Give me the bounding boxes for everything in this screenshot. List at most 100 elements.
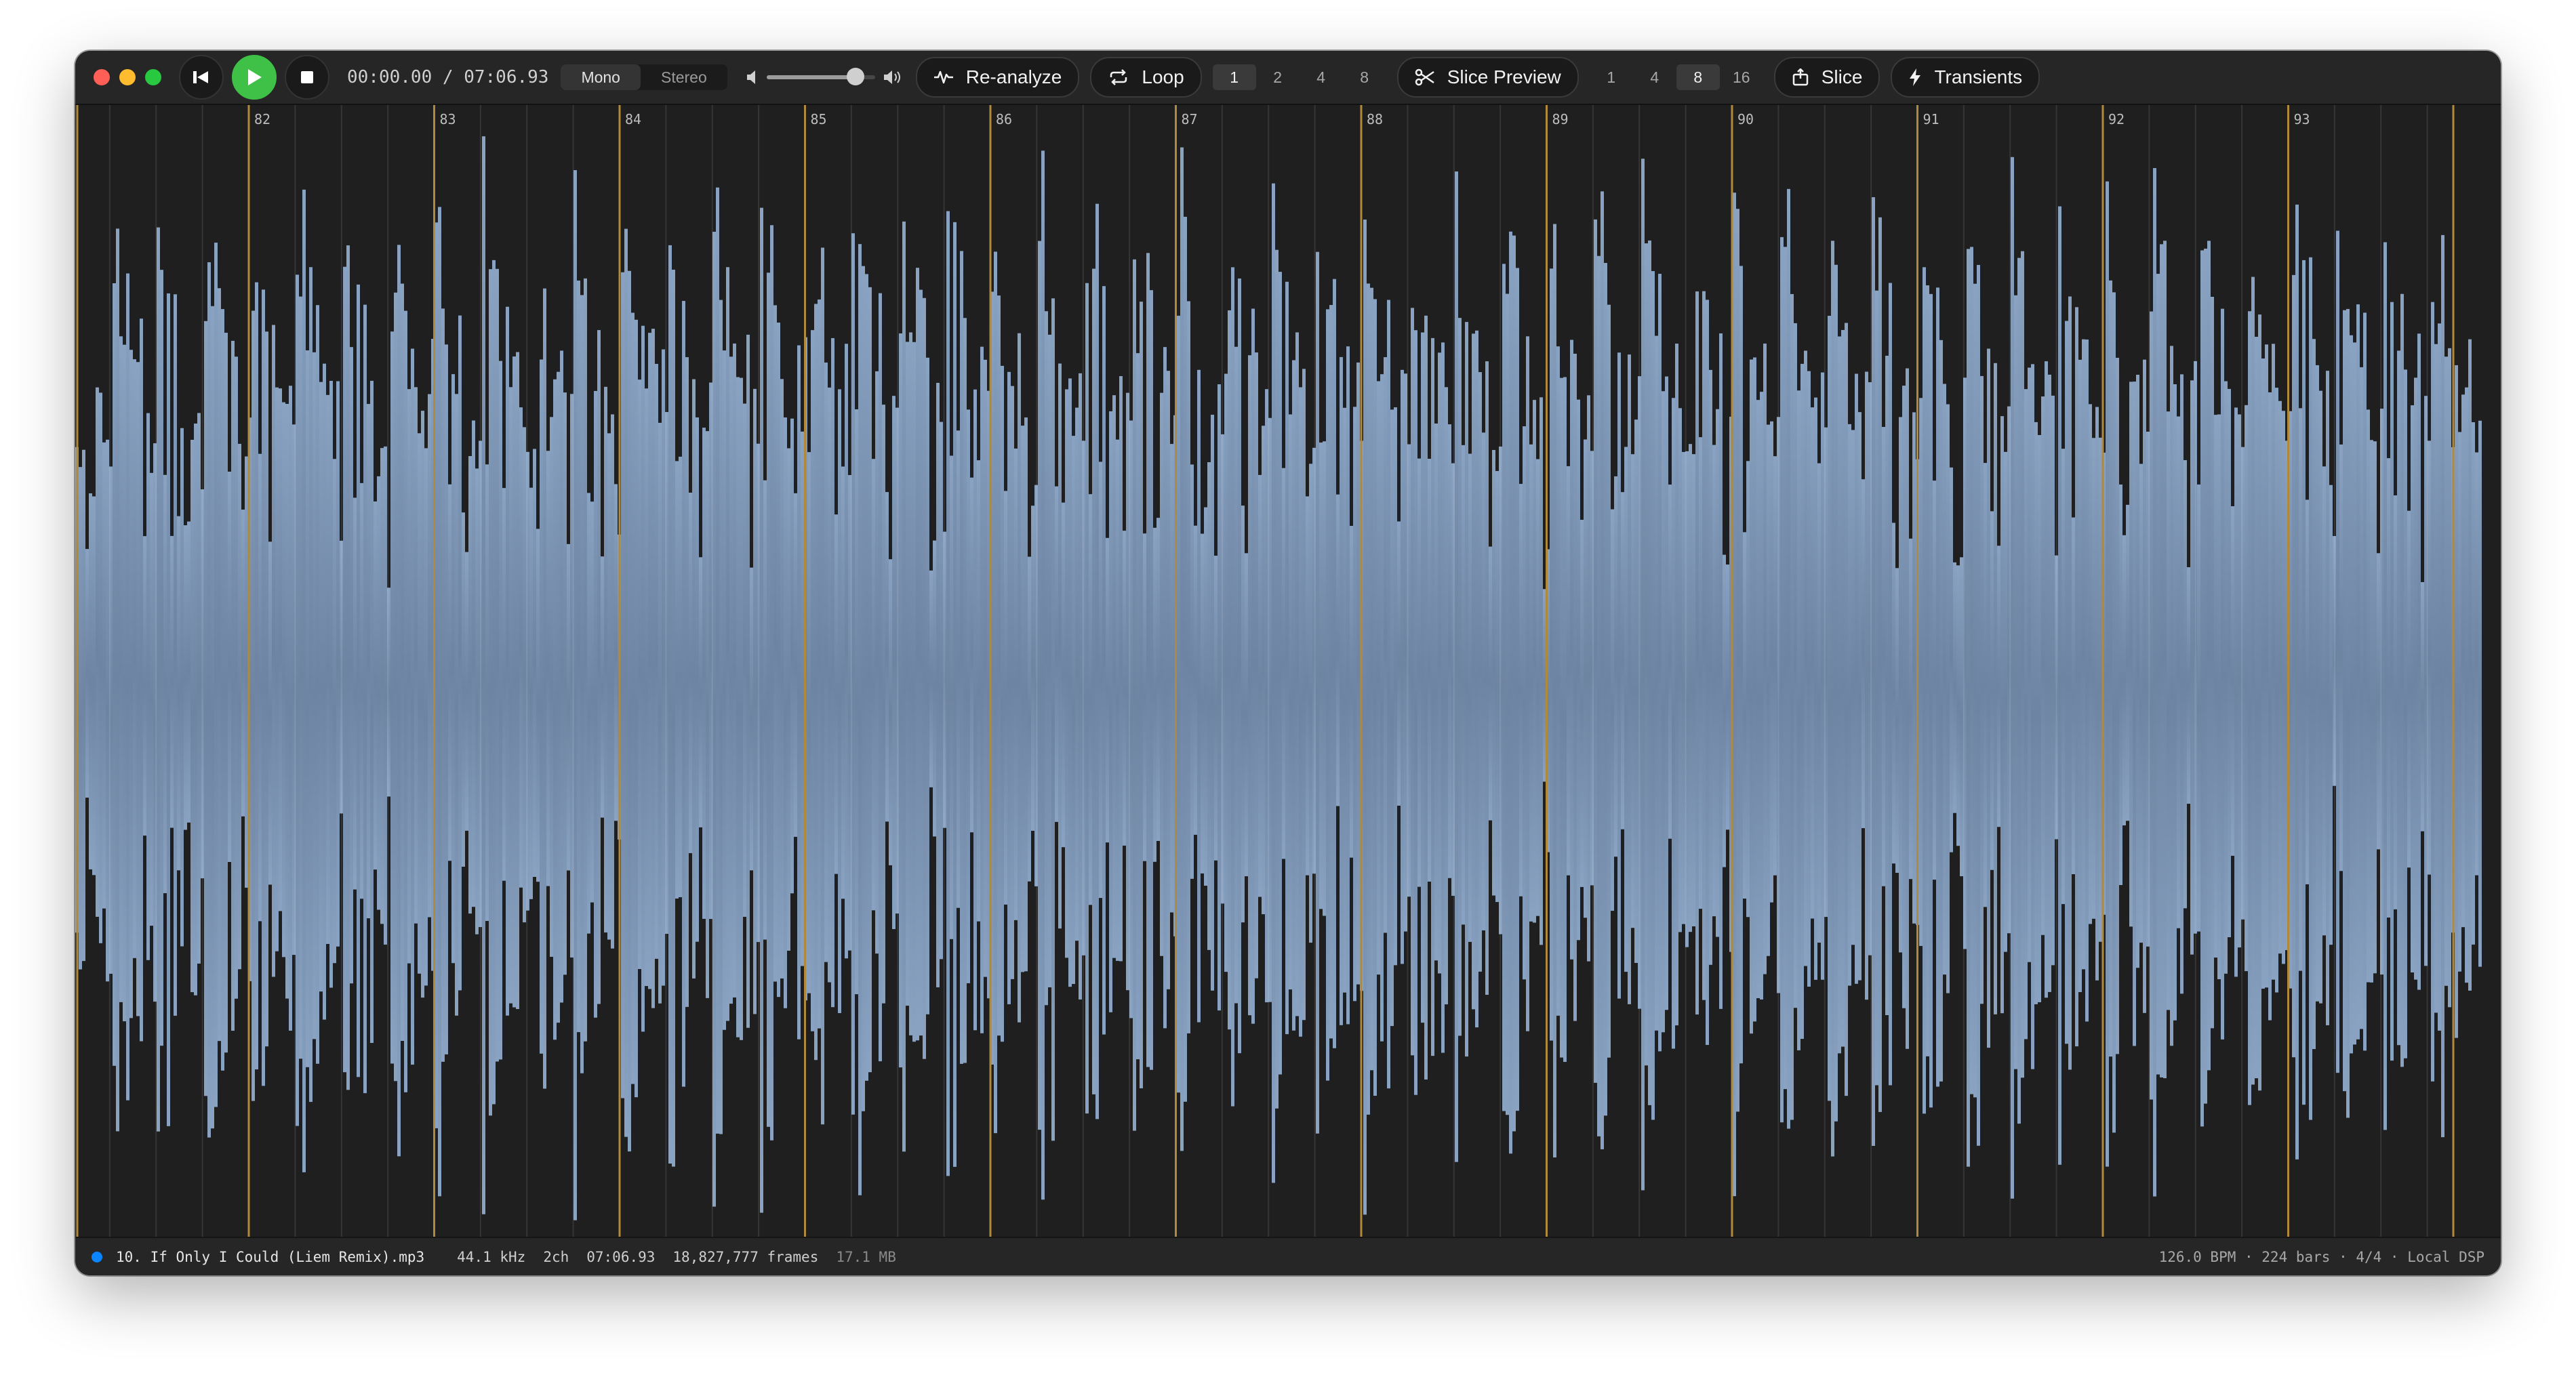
waveform-column <box>2306 499 2309 884</box>
waveform-column <box>2170 346 2173 1046</box>
waveform-column <box>390 331 394 1064</box>
waveform-column <box>2261 358 2265 989</box>
waveform-column <box>1167 371 1170 989</box>
waveform-column <box>984 359 987 977</box>
waveform-column <box>2234 407 2238 977</box>
waveform-column <box>2265 344 2268 988</box>
slice-div-1[interactable]: 1 <box>1590 64 1633 90</box>
waveform-column <box>726 267 729 1021</box>
waveform-column <box>1112 395 1116 958</box>
volume-knob[interactable] <box>846 68 864 85</box>
waveform-column <box>357 284 360 1077</box>
rewind-button[interactable] <box>179 55 224 100</box>
waveform-column <box>2275 388 2278 993</box>
waveform-column <box>2136 374 2139 968</box>
waveform-column <box>2065 321 2068 1044</box>
waveform-column <box>1153 527 1156 862</box>
waveform-column <box>1177 315 1180 1093</box>
waveform-column <box>818 299 821 1029</box>
waveform-column <box>2475 452 2478 876</box>
waveform-column <box>231 340 235 1031</box>
waveform-column <box>197 413 201 964</box>
waveform-column <box>2122 535 2126 826</box>
waveform-column <box>2099 437 2102 942</box>
waveform-column <box>251 310 255 1101</box>
close-window-button[interactable] <box>94 69 110 85</box>
mono-option[interactable]: Mono <box>561 64 641 90</box>
waveform-column <box>994 251 997 1134</box>
loop-length-8[interactable]: 8 <box>1343 64 1386 90</box>
stop-button[interactable] <box>285 55 329 100</box>
waveform-column <box>92 496 96 876</box>
waveform-column <box>2072 517 2075 874</box>
waveform-column <box>1289 414 1292 990</box>
waveform-column <box>96 387 99 917</box>
slice-button[interactable]: Slice <box>1773 57 1880 98</box>
waveform-column <box>1228 310 1231 1030</box>
slice-preview-label: Slice Preview <box>1447 66 1561 87</box>
waveform-column <box>902 221 906 1152</box>
waveform-column <box>2350 335 2353 1054</box>
waveform-column <box>1506 293 1509 1115</box>
loop-length-4[interactable]: 4 <box>1300 64 1343 90</box>
waveform-column <box>2444 356 2448 986</box>
waveform-column <box>2295 204 2299 1159</box>
waveform-column <box>2041 396 2045 935</box>
waveform-column <box>784 417 787 1008</box>
waveform-column <box>1180 147 1184 1151</box>
bar-number-label: 93 <box>2294 111 2310 127</box>
waveform-column <box>241 510 245 817</box>
stop-icon <box>301 71 313 83</box>
waveform-column <box>2377 553 2380 850</box>
loop-button[interactable]: Loop <box>1090 57 1202 98</box>
bar-number-label: 82 <box>254 111 270 127</box>
waveform-column <box>980 346 984 1033</box>
waveform-column <box>540 359 543 1054</box>
waveform-column <box>1509 231 1512 1154</box>
slice-div-16[interactable]: 16 <box>1720 64 1763 90</box>
waveform-column <box>563 392 567 975</box>
volume-slider[interactable] <box>766 68 875 85</box>
waveform-column <box>313 352 316 1040</box>
waveform-column <box>916 268 919 1041</box>
waveform-column <box>1492 450 1495 896</box>
waveform-column <box>1323 441 1326 916</box>
waveform-column <box>1275 249 1279 1109</box>
waveform-column <box>1411 308 1414 1056</box>
waveform-column <box>336 381 340 947</box>
waveform-column <box>2217 414 2221 979</box>
waveform-column <box>723 350 726 1030</box>
waveform-column <box>1014 448 1018 920</box>
waveform-column <box>2434 344 2438 1013</box>
waveform-column <box>2197 484 2200 932</box>
waveform-column <box>126 273 129 1101</box>
waveform-column <box>1550 268 1553 1041</box>
waveform-column <box>821 247 824 1125</box>
stereo-option[interactable]: Stereo <box>641 64 727 90</box>
loop-length-2[interactable]: 2 <box>1256 64 1300 90</box>
reanalyze-button[interactable]: Re-analyze <box>915 57 1080 98</box>
waveform-column <box>1143 533 1146 861</box>
waveform-column <box>1587 395 1590 962</box>
waveform-column <box>370 380 374 1044</box>
slice-div-4[interactable]: 4 <box>1633 64 1676 90</box>
channel-count: 2ch <box>543 1248 569 1265</box>
waveform-column <box>1058 363 1062 929</box>
waveform-column <box>523 427 526 923</box>
minimize-window-button[interactable] <box>119 69 136 85</box>
transients-button[interactable]: Transients <box>1891 57 2040 98</box>
zoom-window-button[interactable] <box>145 69 161 85</box>
loop-length-1[interactable]: 1 <box>1212 64 1256 90</box>
waveform-column <box>1865 371 1868 1000</box>
waveform-view[interactable]: 82 83 84 85 86 87 88 89 90 91 92 93 <box>75 105 2501 1237</box>
slice-div-8[interactable]: 8 <box>1676 64 1720 90</box>
play-button[interactable] <box>232 55 277 100</box>
slice-preview-button[interactable]: Slice Preview <box>1396 57 1579 98</box>
waveform-column <box>672 269 675 1167</box>
waveform-column <box>2414 377 2417 980</box>
waveform-column <box>1631 454 1634 928</box>
waveform-column <box>1601 191 1604 1149</box>
waveform-column <box>1092 268 1095 1094</box>
waveform-column <box>1384 357 1387 933</box>
waveform-column <box>79 467 82 970</box>
